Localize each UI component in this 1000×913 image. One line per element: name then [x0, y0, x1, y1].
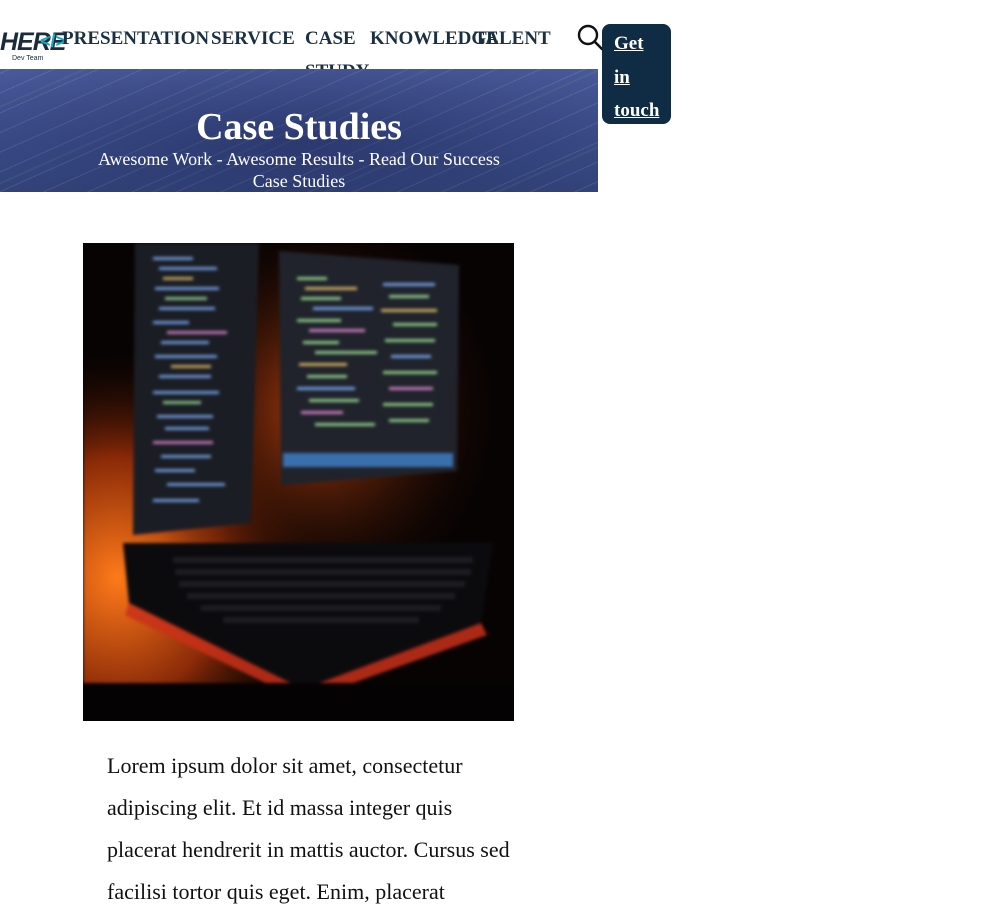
- logo[interactable]: HERE </> Dev Team: [0, 26, 66, 64]
- hero-banner: Case Studies Awesome Work - Awesome Resu…: [0, 69, 598, 192]
- search-icon[interactable]: [576, 23, 604, 51]
- get-in-touch-button[interactable]: Get in touch: [602, 24, 671, 124]
- logo-subtext: Dev Team: [12, 55, 44, 62]
- nav-item-presentation[interactable]: PRESENTATION: [62, 28, 209, 50]
- nav-item-case-study-line1[interactable]: CASE: [305, 28, 356, 49]
- nav-item-service[interactable]: SERVICE: [211, 28, 295, 50]
- case-study-paragraph: Lorem ipsum dolor sit amet, consectetur …: [107, 753, 510, 904]
- page-title: Case Studies: [196, 106, 402, 148]
- page-subtitle: Awesome Work - Awesome Results - Read Ou…: [98, 149, 500, 191]
- get-in-touch-link[interactable]: Get in touch: [614, 27, 664, 128]
- nav-item-case-study[interactable]: CASE: [305, 28, 356, 50]
- nav-item-talent[interactable]: TALENT: [474, 28, 551, 50]
- case-study-image: [83, 243, 514, 721]
